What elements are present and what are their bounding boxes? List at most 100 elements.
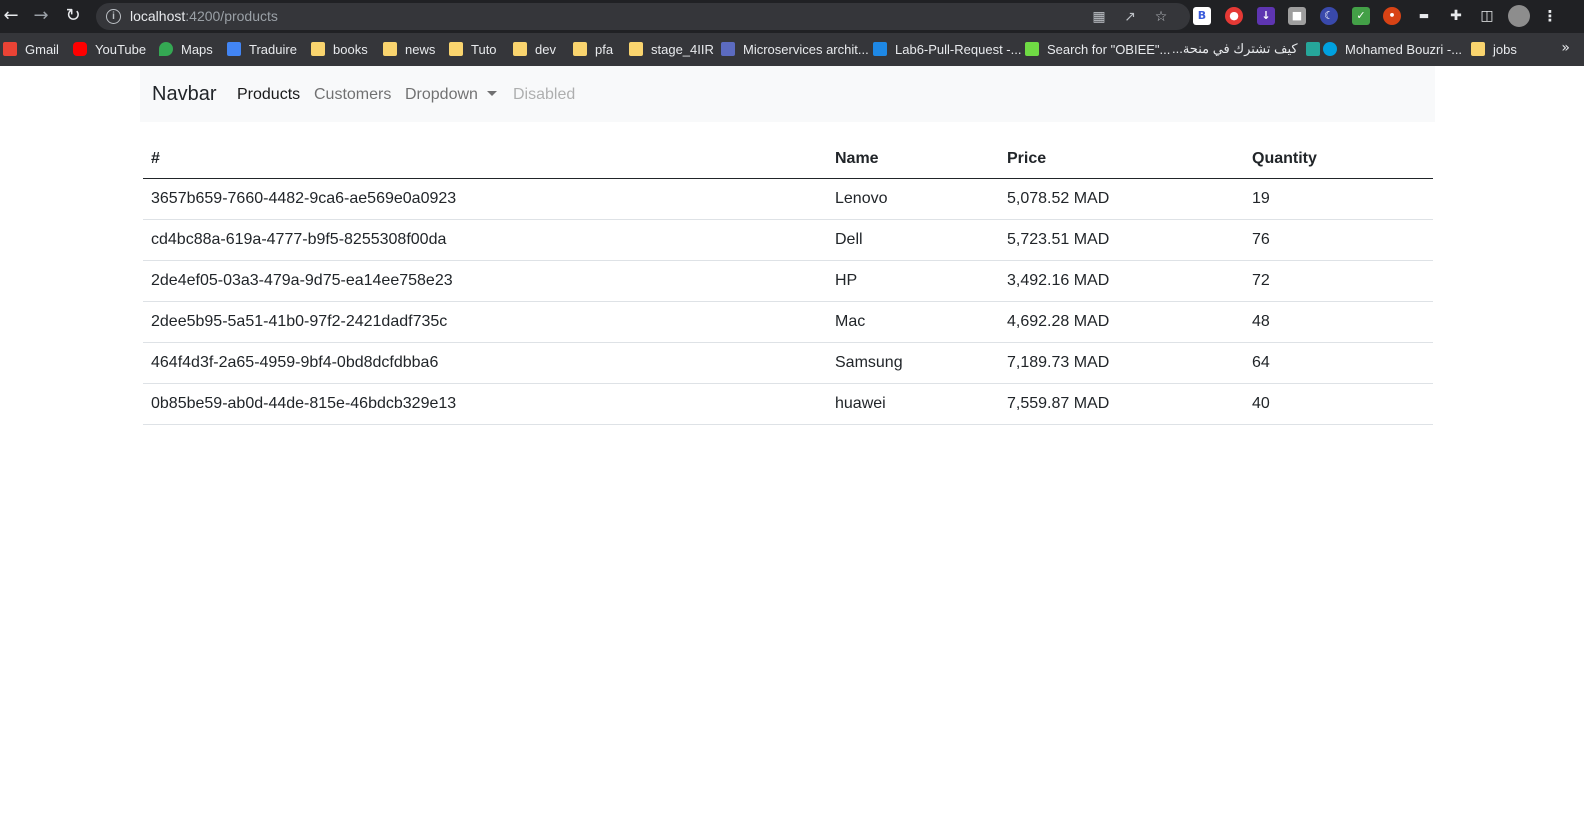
bookmark-arabic[interactable]: كيف تشترك في منحة...: [1172, 40, 1320, 58]
cell-quantity: 19: [1244, 178, 1433, 220]
site-icon: [721, 42, 735, 56]
cell-quantity: 64: [1244, 342, 1433, 384]
table-header-row: # Name Price Quantity: [143, 139, 1433, 179]
menu-kebab-icon[interactable]: ⋮: [1541, 7, 1559, 25]
bookmark-maps[interactable]: Maps: [159, 40, 213, 58]
cell-price: 4,692.28 MAD: [999, 301, 1244, 343]
url-text[interactable]: localhost:4200/products: [130, 8, 278, 24]
cell-id: 0b85be59-ab0d-44de-815e-46bdcb329e13: [143, 383, 827, 425]
folder-icon: [1471, 42, 1485, 56]
cell-quantity: 76: [1244, 219, 1433, 261]
side-panel-icon[interactable]: ◫: [1478, 7, 1496, 25]
browser-toolbar: ← → ↻ i localhost:4200/products ▦ ↗ ☆ B …: [0, 0, 1584, 33]
gmail-icon: [3, 42, 17, 56]
column-header-id: #: [143, 139, 827, 179]
table-row: 2de4ef05-03a3-479a-9d75-ea14ee758e23 HP …: [143, 260, 1433, 302]
bookmark-star-icon[interactable]: ☆: [1152, 8, 1170, 26]
cell-id: 2de4ef05-03a3-479a-9d75-ea14ee758e23: [143, 260, 827, 302]
youtube-icon: [73, 42, 87, 56]
forward-icon[interactable]: →: [29, 4, 53, 28]
bookmarks-overflow-icon[interactable]: »: [1561, 40, 1570, 56]
nav-disabled: Disabled: [513, 86, 576, 103]
cell-id: 2dee5b95-5a51-41b0-97f2-2421dadf735c: [143, 301, 827, 343]
caret-down-icon: [486, 91, 497, 96]
cell-name: Dell: [827, 219, 999, 261]
bookmark-dev[interactable]: dev: [513, 40, 556, 58]
site-info-icon[interactable]: i: [106, 9, 121, 24]
bookmark-obiee[interactable]: Search for "OBIEE"...: [1025, 40, 1170, 58]
cell-quantity: 40: [1244, 383, 1433, 425]
cell-price: 7,559.87 MAD: [999, 383, 1244, 425]
bookmark-jobs[interactable]: jobs: [1471, 40, 1517, 58]
cell-price: 7,189.73 MAD: [999, 342, 1244, 384]
bookmark-traduire[interactable]: Traduire: [227, 40, 297, 58]
cell-id: 3657b659-7660-4482-9ca6-ae569e0a0923: [143, 178, 827, 220]
cell-price: 5,723.51 MAD: [999, 219, 1244, 261]
folder-icon: [629, 42, 643, 56]
folder-icon: [513, 42, 527, 56]
table-row: 3657b659-7660-4482-9ca6-ae569e0a0923 Len…: [143, 178, 1433, 220]
bookmark-stage-4iir[interactable]: stage_4IIR: [629, 40, 714, 58]
back-icon[interactable]: ←: [0, 4, 23, 28]
nav-products[interactable]: Products: [237, 86, 300, 104]
app-navbar: Navbar Products Customers Dropdown Disab…: [140, 66, 1435, 122]
cell-name: Samsung: [827, 342, 999, 384]
bookmark-pfa[interactable]: pfa: [573, 40, 613, 58]
navbar-brand[interactable]: Navbar: [152, 83, 216, 106]
azure-icon: [873, 42, 887, 56]
bookmark-youtube[interactable]: YouTube: [73, 40, 146, 58]
nav-dropdown-label: Dropdown: [405, 86, 478, 103]
extension-moon-icon[interactable]: ☾: [1320, 7, 1338, 25]
folder-icon: [573, 42, 587, 56]
bookmark-tuto[interactable]: Tuto: [449, 40, 497, 58]
cell-name: Mac: [827, 301, 999, 343]
folder-icon: [311, 42, 325, 56]
upwork-icon: [1025, 42, 1039, 56]
nav-customers[interactable]: Customers: [314, 86, 391, 104]
table-header: # Name Price Quantity: [143, 139, 1433, 179]
cell-quantity: 48: [1244, 301, 1433, 343]
address-bar[interactable]: i localhost:4200/products ▦ ↗ ☆: [96, 3, 1190, 30]
site-icon: [1305, 42, 1320, 56]
bookmark-mohamed-bouzri[interactable]: Mohamed Bouzri -...: [1323, 40, 1462, 58]
shield-extension-icon[interactable]: ✓: [1352, 7, 1370, 25]
bookmark-gmail[interactable]: Gmail: [3, 40, 59, 58]
cell-id: 464f4d3f-2a65-4959-9bf4-0bd8dcfdbba6: [143, 342, 827, 384]
download-extension-icon[interactable]: ↓: [1257, 7, 1275, 25]
table-row: cd4bc88a-619a-4777-b9f5-8255308f00da Del…: [143, 219, 1433, 261]
bookmark-books[interactable]: books: [311, 40, 368, 58]
table-row: 464f4d3f-2a65-4959-9bf4-0bd8dcfdbba6 Sam…: [143, 342, 1433, 384]
maps-icon: [159, 42, 173, 56]
folder-icon: [383, 42, 397, 56]
cell-price: 5,078.52 MAD: [999, 178, 1244, 220]
bookmark-microservices[interactable]: Microservices archit...: [721, 40, 869, 58]
cookie-extension-icon[interactable]: •: [1383, 7, 1401, 25]
cell-price: 3,492.16 MAD: [999, 260, 1244, 302]
table-body: 3657b659-7660-4482-9ca6-ae569e0a0923 Len…: [143, 178, 1433, 425]
cell-quantity: 72: [1244, 260, 1433, 302]
bookmark-lab6[interactable]: Lab6-Pull-Request -...: [873, 40, 1021, 58]
salesforce-icon: [1323, 42, 1337, 56]
bookmark-news[interactable]: news: [383, 40, 435, 58]
folder-icon: [449, 42, 463, 56]
extension-gray-icon[interactable]: ■: [1288, 7, 1306, 25]
table-row: 2dee5b95-5a51-41b0-97f2-2421dadf735c Mac…: [143, 301, 1433, 343]
reload-icon[interactable]: ↻: [61, 4, 85, 28]
cell-name: HP: [827, 260, 999, 302]
products-table: # Name Price Quantity 3657b659-7660-4482…: [143, 139, 1433, 425]
translate-icon[interactable]: ▦: [1090, 8, 1108, 26]
extension-red-icon[interactable]: ●: [1225, 7, 1243, 25]
cell-id: cd4bc88a-619a-4777-b9f5-8255308f00da: [143, 219, 827, 261]
column-header-quantity: Quantity: [1244, 139, 1433, 179]
translate-icon: [227, 42, 241, 56]
cell-name: huawei: [827, 383, 999, 425]
bookmarks-bar: Gmail YouTube Maps Traduire books news T…: [0, 33, 1584, 66]
extension-b-icon[interactable]: B: [1193, 7, 1211, 25]
profile-avatar[interactable]: [1508, 5, 1530, 27]
column-header-price: Price: [999, 139, 1244, 179]
nav-dropdown[interactable]: Dropdown: [405, 86, 497, 104]
share-icon[interactable]: ↗: [1121, 8, 1139, 26]
extension-shoe-icon[interactable]: ▬: [1415, 7, 1433, 25]
extensions-puzzle-icon[interactable]: ✚: [1447, 7, 1465, 25]
url-host: localhost: [130, 8, 186, 24]
